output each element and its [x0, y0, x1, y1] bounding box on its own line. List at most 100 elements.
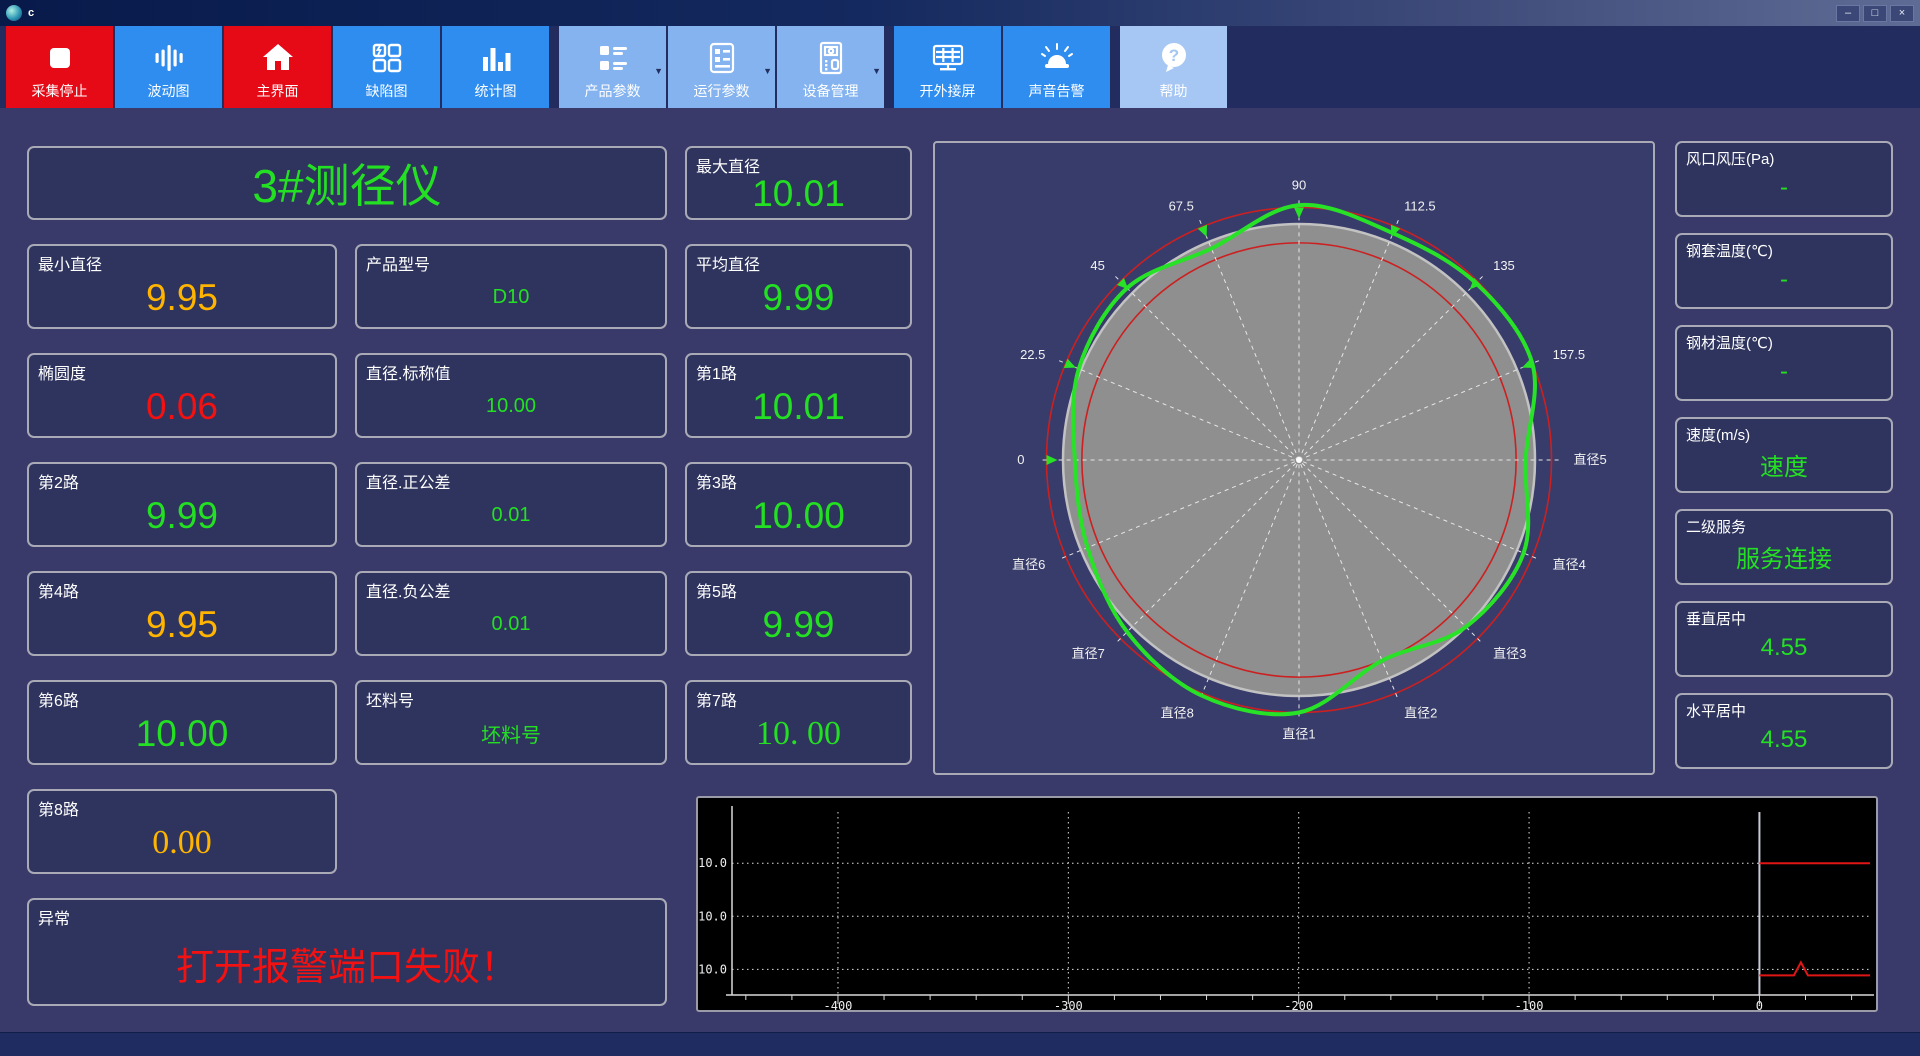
- product-params-button[interactable]: 产品参数 ▼: [559, 26, 666, 108]
- sound-alarm-button[interactable]: 声音告警: [1003, 26, 1110, 108]
- button-label: 采集停止: [31, 83, 88, 99]
- alarm-box: 异常 打开报警端口失败！: [27, 898, 667, 1006]
- metric-value: 10.00: [485, 395, 537, 417]
- metric-value: 0.01: [491, 613, 531, 635]
- status-value: 速度: [1760, 453, 1808, 481]
- metric-min-diameter: 最小直径 9.95: [27, 244, 337, 329]
- page-title: 3#测径仪: [252, 160, 442, 212]
- metric-channel-2: 第2路 9.99: [27, 462, 337, 547]
- help-icon: ?: [1161, 43, 1186, 72]
- defect-grid-icon: [372, 43, 401, 73]
- chevron-down-icon: ▼: [872, 66, 881, 76]
- metric-channel-6: 第6路 10.00: [27, 680, 337, 765]
- status-level2-service: 二级服务 服务连接: [1675, 509, 1893, 585]
- wave-chart-button[interactable]: 波动图: [115, 26, 222, 108]
- product-params-icon: [599, 46, 627, 70]
- button-label: 运行参数: [693, 83, 750, 99]
- maximize-button[interactable]: □: [1863, 4, 1887, 22]
- status-vertical-centering: 垂直居中 4.55: [1675, 601, 1893, 677]
- run-params-icon: [709, 42, 734, 74]
- svg-text:直径1: 直径1: [1282, 727, 1315, 742]
- svg-text:?: ?: [1168, 46, 1178, 65]
- svg-text:22.5: 22.5: [1020, 347, 1045, 362]
- alarm-message: 打开报警端口失败！: [175, 946, 518, 989]
- app-logo-icon: [6, 5, 22, 21]
- external-screen-button[interactable]: 开外接屏: [894, 26, 1001, 108]
- polar-chart-svg: 90 112.5 135 157.5 直径5 直径4 直径3 直径2 直径1 直径8 直径7 直径6 0…: [1012, 178, 1607, 742]
- status-footer: [0, 1032, 1920, 1056]
- button-label: 主界面: [256, 83, 299, 99]
- svg-text:直径6: 直径6: [1012, 557, 1045, 572]
- grid-spacer: [355, 789, 667, 874]
- svg-text:10.0: 10.0: [698, 856, 727, 870]
- metric-value: 10.01: [752, 385, 845, 427]
- metric-max-diameter: 最大直径 10.01: [685, 146, 912, 220]
- waveform-icon: [155, 45, 183, 71]
- metric-value: 10.01: [752, 173, 845, 214]
- button-label: 帮助: [1159, 83, 1188, 99]
- status-speed: 速度(m/s) 速度: [1675, 417, 1893, 493]
- statistics-chart-button[interactable]: 统计图: [442, 26, 549, 108]
- metric-channel-8: 第8路 0.00: [27, 789, 337, 874]
- status-horizontal-centering: 水平居中 4.55: [1675, 693, 1893, 769]
- metric-value: 9.99: [762, 603, 835, 645]
- chevron-down-icon: ▼: [763, 66, 772, 76]
- metric-product-model: 产品型号 D10: [355, 244, 667, 329]
- device-manage-button[interactable]: 设备管理 ▼: [777, 26, 884, 108]
- svg-text:直径4: 直径4: [1553, 557, 1586, 572]
- metric-nominal-diameter: 直径.标称值 10.00: [355, 353, 667, 438]
- status-value: 4.55: [1760, 634, 1808, 661]
- main-area: 3#测径仪 最大直径 10.01 最小直径 9.95 产品型号 D10 平均直径…: [0, 108, 1920, 1032]
- status-value: 4.55: [1760, 726, 1808, 753]
- close-button[interactable]: ×: [1890, 4, 1914, 22]
- metric-channel-3: 第3路 10.00: [685, 462, 912, 547]
- svg-text:直径2: 直径2: [1404, 706, 1437, 721]
- svg-text:157.5: 157.5: [1553, 347, 1586, 362]
- minimize-button[interactable]: –: [1836, 4, 1860, 22]
- chevron-down-icon: ▼: [654, 66, 663, 76]
- run-params-button[interactable]: 运行参数 ▼: [668, 26, 775, 108]
- metric-value: 0.00: [152, 823, 212, 861]
- stop-icon: [49, 48, 70, 68]
- metric-negative-tolerance: 直径.负公差 0.01: [355, 571, 667, 656]
- device-manage-icon: [819, 41, 842, 75]
- window-title: c: [28, 7, 35, 19]
- metric-value: 9.99: [145, 494, 218, 536]
- status-sleeve-temperature: 钢套温度(℃) -: [1675, 233, 1893, 309]
- sound-alarm-icon: [1040, 43, 1073, 68]
- status-value: -: [1780, 174, 1788, 201]
- status-wind-pressure: 风口风压(Pa) -: [1675, 141, 1893, 217]
- metric-ovality: 椭圆度 0.06: [27, 353, 337, 438]
- metric-positive-tolerance: 直径.正公差 0.01: [355, 462, 667, 547]
- status-value: 服务连接: [1736, 545, 1832, 573]
- svg-text:10.0: 10.0: [698, 909, 727, 923]
- svg-text:67.5: 67.5: [1169, 198, 1194, 213]
- button-label: 开外接屏: [919, 83, 976, 99]
- svg-text:直径8: 直径8: [1161, 706, 1194, 721]
- external-screen-icon: [932, 44, 963, 71]
- cross-section-polar-chart: 90 112.5 135 157.5 直径5 直径4 直径3 直径2 直径1 直径8 直径7 直径6 0…: [933, 141, 1655, 775]
- svg-text:直径3: 直径3: [1493, 646, 1526, 661]
- home-icon: [262, 44, 293, 70]
- metric-value: 10.00: [752, 494, 845, 536]
- button-label: 统计图: [474, 83, 517, 99]
- metric-value: 10.00: [135, 712, 229, 754]
- metric-billet-number: 坯料号 坯料号: [355, 680, 667, 765]
- button-label: 声音告警: [1028, 83, 1085, 99]
- button-label: 波动图: [147, 83, 190, 99]
- metric-value: 9.95: [145, 603, 218, 645]
- metric-value: 10. 00: [756, 714, 841, 752]
- defect-chart-button[interactable]: 缺陷图: [333, 26, 440, 108]
- help-button[interactable]: ? 帮助: [1120, 26, 1227, 108]
- metric-value: D10: [492, 286, 530, 308]
- main-toolbar: 采集停止 波动图 主界面 缺陷图 统计图 产品参数 ▼ 运行参数 ▼ 设备管理 …: [0, 26, 1920, 108]
- main-screen-button[interactable]: 主界面: [224, 26, 331, 108]
- stop-acquisition-button[interactable]: 采集停止: [6, 26, 113, 108]
- svg-text:112.5: 112.5: [1404, 198, 1436, 213]
- svg-text:直径7: 直径7: [1072, 646, 1105, 661]
- metric-channel-5: 第5路 9.99: [685, 571, 912, 656]
- button-label: 缺陷图: [365, 83, 408, 99]
- metric-value: 0.06: [145, 385, 218, 427]
- status-value: -: [1780, 266, 1788, 293]
- svg-text:0: 0: [1017, 452, 1024, 467]
